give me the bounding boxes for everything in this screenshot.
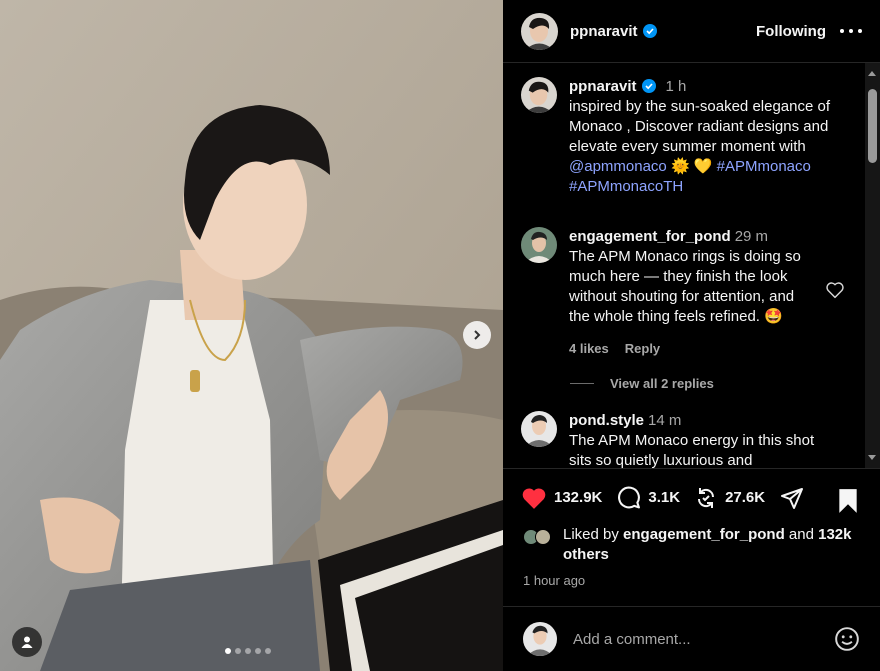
profile-photo <box>521 411 557 447</box>
like-button[interactable]: 132.9K <box>521 486 602 510</box>
author-username[interactable]: ppnaravit <box>570 23 638 40</box>
commenter-avatar[interactable] <box>521 227 557 263</box>
carousel-dot <box>245 648 251 654</box>
user-icon <box>21 636 33 648</box>
view-replies-label: View all 2 replies <box>610 376 714 391</box>
comment-bubble-icon <box>618 486 641 509</box>
scrollbar-thumb[interactable] <box>868 89 877 163</box>
repost-icon <box>698 487 715 508</box>
more-options-icon[interactable] <box>840 29 862 33</box>
hashtag-link[interactable]: #APMmonaco <box>717 158 811 175</box>
comment-body: The APM Monaco energy in this shot sits … <box>569 432 815 468</box>
emoji-icon[interactable] <box>834 626 860 652</box>
caption-emojis: 🌞 💛 <box>670 158 713 175</box>
liked-by-prefix: Liked by <box>563 526 619 543</box>
liked-by-and: and <box>788 526 814 543</box>
liker-avatar <box>535 529 551 545</box>
replies-divider <box>570 383 594 384</box>
like-comment-heart-icon[interactable] <box>825 281 845 299</box>
carousel-indicator <box>225 648 271 654</box>
mention-link[interactable]: @apmmonaco <box>569 158 667 175</box>
repost-button[interactable]: 27.6K <box>694 486 765 510</box>
caption-username[interactable]: ppnaravit <box>569 78 637 95</box>
post-photo[interactable] <box>0 0 503 671</box>
likes-count: 132.9K <box>554 489 603 506</box>
commenter-avatar[interactable] <box>521 411 557 447</box>
caption-body: inspired by the sun-soaked elegance of M… <box>569 98 831 155</box>
comment-time: 14 m <box>648 412 682 429</box>
post-timestamp[interactable]: 1 hour ago <box>523 573 585 588</box>
post-header: ppnaravit Following <box>503 0 880 63</box>
commenter-username[interactable]: pond.style <box>569 412 644 429</box>
comment-emoji: 🤩 <box>764 308 783 325</box>
comments-count: 3.1K <box>648 489 681 506</box>
reposts-count: 27.6K <box>725 489 766 506</box>
scroll-down-arrow-icon[interactable] <box>868 455 876 460</box>
comment-button[interactable]: 3.1K <box>616 485 680 510</box>
following-button[interactable]: Following <box>756 23 826 40</box>
carousel-dot <box>235 648 241 654</box>
caption-text: ppnaravit 1 h inspired by the sun-soaked … <box>569 77 851 197</box>
comment-likes[interactable]: 4 likes <box>569 341 609 356</box>
post-image <box>0 0 503 671</box>
liked-by-avatars[interactable] <box>523 525 559 545</box>
profile-photo <box>523 622 557 656</box>
author-avatar[interactable] <box>521 12 558 50</box>
comment-time: 29 m <box>734 228 769 245</box>
verified-badge-icon <box>642 24 657 38</box>
comment-item: engagement_for_pond 29 m The APM Monaco r… <box>521 227 817 356</box>
post-actions: 132.9K 3.1K 27.6K Liked by engagement_fo… <box>503 468 880 606</box>
post-sidebar: ppnaravit Following ppnaravit 1 h inspire… <box>503 0 880 671</box>
comment-input[interactable]: Add a comment... <box>573 631 691 648</box>
comment-text: engagement_for_pond 29 m The APM Monaco r… <box>569 227 817 327</box>
bookmark-filled-icon[interactable] <box>837 488 859 514</box>
carousel-dot <box>265 648 271 654</box>
tagged-users-button[interactable] <box>12 627 42 657</box>
reply-button[interactable]: Reply <box>625 341 660 356</box>
carousel-dot <box>225 648 231 654</box>
comment-text: pond.style 14 m The APM Monaco energy in … <box>569 411 817 468</box>
carousel-dot <box>255 648 261 654</box>
verified-badge-icon <box>641 79 656 93</box>
add-comment-bar: Add a comment... <box>503 606 880 671</box>
share-button[interactable] <box>779 486 812 510</box>
commenter-username[interactable]: engagement_for_pond <box>569 228 731 245</box>
comments-scrollbar[interactable] <box>865 63 880 468</box>
next-image-button[interactable] <box>463 321 491 349</box>
heart-filled-icon <box>522 487 546 509</box>
chevron-right-icon <box>474 330 481 340</box>
profile-photo <box>521 227 557 263</box>
comments-list[interactable]: ppnaravit 1 h inspired by the sun-soaked … <box>503 63 865 468</box>
profile-photo <box>521 12 558 50</box>
caption-avatar[interactable] <box>521 77 557 113</box>
caption-time: 1 h <box>665 78 687 95</box>
liked-by-row: Liked by engagement_for_pond and 132k ot… <box>523 525 863 565</box>
caption: ppnaravit 1 h inspired by the sun-soaked … <box>521 77 851 197</box>
view-replies-button[interactable]: View all 2 replies <box>570 376 714 391</box>
liked-by-user[interactable]: engagement_for_pond <box>623 526 785 543</box>
viewer-avatar <box>523 622 557 656</box>
scroll-up-arrow-icon[interactable] <box>868 71 876 76</box>
paper-plane-icon <box>781 487 804 509</box>
profile-photo <box>521 77 557 113</box>
hashtag-link[interactable]: #APMmonacoTH <box>569 178 683 195</box>
comment-item: pond.style 14 m The APM Monaco energy in … <box>521 411 817 468</box>
